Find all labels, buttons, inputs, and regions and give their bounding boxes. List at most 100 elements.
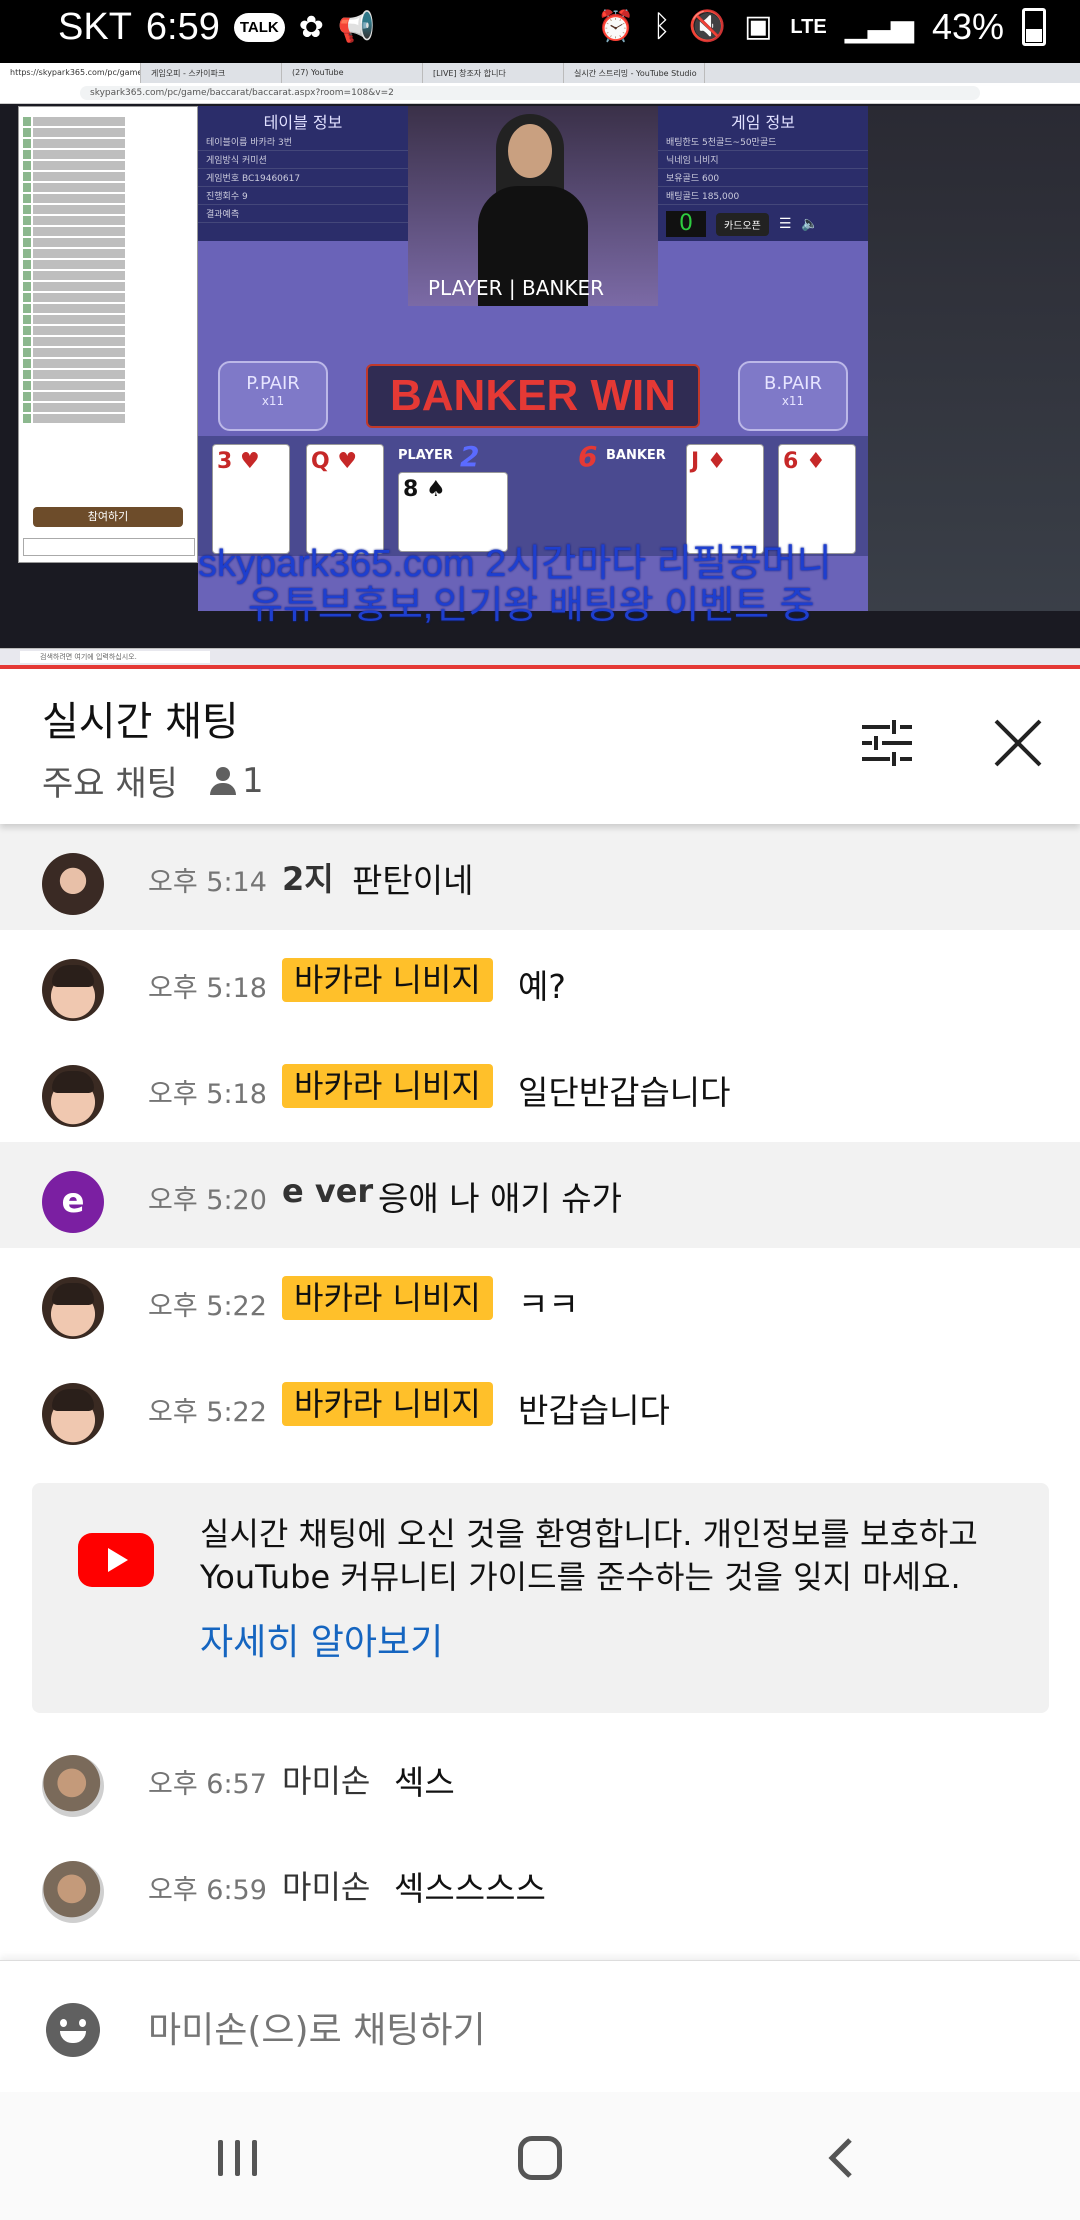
network-type: LTE xyxy=(790,15,827,38)
signal-icon: ▁▃▅ xyxy=(844,10,914,43)
game-chat-input xyxy=(23,538,195,556)
chat-message[interactable]: 오후 6:59 마미손 섹스스스스 xyxy=(0,1832,1080,1938)
kakaotalk-icon: TALK xyxy=(233,13,285,42)
message-text: 응애 나 애기 슈가 xyxy=(378,1179,622,1218)
message-author[interactable]: 마미손 xyxy=(282,1862,370,1908)
message-time: 오후 5:20 xyxy=(148,1185,267,1216)
chat-message[interactable]: 오후 6:57 마미손 섹스 xyxy=(0,1726,1080,1832)
banker-pair-odds: x11 xyxy=(781,394,805,408)
browser-tab: (27) YouTube xyxy=(282,63,423,83)
chat-message[interactable]: 오후 5:22 바카라 니비지 ㅋㅋ xyxy=(0,1248,1080,1354)
chat-mode-label[interactable]: 주요 채팅 xyxy=(42,756,178,805)
chat-header: 실시간 채팅 주요 채팅 1 xyxy=(0,669,1080,824)
chat-message[interactable]: 오후 5:14 2지 판탄이네 xyxy=(0,824,1080,930)
megaphone-icon: 📢 xyxy=(337,10,376,44)
message-time: 오후 6:59 xyxy=(148,1875,267,1906)
browser-tab-strip: https://skypark365.com/pc/game/ 게임오피 - 스… xyxy=(0,63,1080,83)
player-card: 8 ♠ xyxy=(398,472,508,552)
avatar[interactable] xyxy=(42,1383,104,1445)
game-info-panel: 게임 정보 배팅한도 5천골드~50만골드 닉네임 니비지 보유골드 600 배… xyxy=(658,106,868,241)
chat-input[interactable]: 마미손(으)로 채팅하기 xyxy=(148,2001,486,2053)
result-banner: BANKER WIN xyxy=(366,364,700,428)
chat-title: 실시간 채팅 xyxy=(42,699,239,745)
game-info-row: 닉네임 니비지 xyxy=(658,151,868,169)
chat-message-list[interactable]: 오후 5:14 2지 판탄이네 오후 5:18 바카라 니비지 예? 오후 5:… xyxy=(0,824,1080,1960)
avatar[interactable] xyxy=(42,1065,104,1127)
viewer-count: 1 xyxy=(241,760,264,801)
youtube-logo-icon xyxy=(78,1533,154,1587)
avatar[interactable] xyxy=(42,853,104,915)
welcome-notice: 실시간 채팅에 오신 것을 환영합니다. 개인정보를 보호하고 YouTube … xyxy=(32,1483,1049,1713)
mute-icon: 🔇 xyxy=(688,10,727,43)
player-pair-spot: P.PAIR x11 xyxy=(218,361,328,431)
table-info-title: 테이블 정보 xyxy=(263,113,343,132)
chat-mode-selector[interactable]: 주요 채팅 1 xyxy=(42,756,264,805)
player-card: Q ♥ xyxy=(306,444,384,554)
alarm-icon: ⏰ xyxy=(597,10,635,43)
game-chat-panel: 참여하기 xyxy=(18,106,198,563)
game-info-row: 보유골드 600 xyxy=(658,169,868,187)
game-chat-join-button: 참여하기 xyxy=(33,507,183,527)
home-icon[interactable] xyxy=(518,2136,562,2180)
game-info-title: 게임 정보 xyxy=(731,113,795,132)
game-info-row: 배팅한도 5천골드~50만골드 xyxy=(658,133,868,151)
message-text: 판탄이네 xyxy=(352,861,474,900)
back-icon[interactable] xyxy=(826,2136,856,2180)
message-text: 섹스 xyxy=(394,1763,455,1802)
browser-tab: 게임오피 - 스카이파크 xyxy=(141,63,282,83)
message-text: ㅋㅋ xyxy=(518,1285,579,1324)
battery-icon xyxy=(1022,8,1046,46)
avatar[interactable] xyxy=(42,1755,104,1817)
close-icon[interactable] xyxy=(988,713,1048,773)
promo-line-2: 유튜브홍보,인기왕 배팅왕 이벤트 중 xyxy=(248,585,815,627)
settings-sliders-icon[interactable] xyxy=(860,719,914,767)
table-info-row: 테이블이름 바카라 3번 xyxy=(198,133,408,151)
player-pair-label: P.PAIR xyxy=(246,373,300,394)
message-text: 섹스스스스 xyxy=(394,1869,546,1908)
cards-row: 3 ♥ Q ♥ 8 ♠ PLAYER 2 6 BANKER J ♦ 6 ♦ xyxy=(198,436,868,556)
sim-icon: ▣ xyxy=(744,10,773,43)
chat-message[interactable]: 오후 5:18 바카라 니비지 일단반갑습니다 xyxy=(0,1036,1080,1142)
chat-message[interactable]: 오후 5:22 바카라 니비지 반갑습니다 xyxy=(0,1354,1080,1460)
message-time: 오후 6:57 xyxy=(148,1769,267,1800)
avatar[interactable]: e xyxy=(42,1171,104,1233)
message-author[interactable]: 2지 xyxy=(282,854,334,900)
promo-line-1: skypark365.com 2시간마다 리필꽁머니 xyxy=(198,543,832,585)
avatar[interactable] xyxy=(42,959,104,1021)
promo-watermark: skypark365.com 2시간마다 리필꽁머니 유튜브홍보,인기왕 배팅왕… xyxy=(198,543,1078,627)
learn-more-link[interactable]: 자세히 알아보기 xyxy=(200,1613,443,1665)
message-time: 오후 5:22 xyxy=(148,1291,267,1322)
chat-input-bar: 마미손(으)로 채팅하기 xyxy=(0,1960,1080,2093)
bet-counter: 0 xyxy=(666,211,706,237)
android-nav-bar xyxy=(0,2092,1080,2220)
avatar[interactable] xyxy=(42,1277,104,1339)
table-info-row: 결과예측 xyxy=(198,205,408,223)
chat-message[interactable]: 오후 5:18 바카라 니비지 예? xyxy=(0,930,1080,1036)
chat-message[interactable]: e 오후 5:20 e ver 응애 나 애기 슈가 xyxy=(0,1142,1080,1248)
person-icon xyxy=(208,765,238,797)
carrier-label: SKT xyxy=(58,6,132,48)
background-skyline xyxy=(868,106,1080,611)
windows-taskbar: 검색하려면 여기에 입력하십시오. xyxy=(0,648,1080,665)
player-pair-odds: x11 xyxy=(261,394,285,408)
browser-tab: 실시간 스트리밍 - YouTube Studio xyxy=(564,63,705,83)
banker-card: 6 ♦ xyxy=(778,444,856,554)
video-player[interactable]: https://skypark365.com/pc/game/ 게임오피 - 스… xyxy=(0,63,1080,665)
recent-apps-icon[interactable] xyxy=(218,2140,258,2176)
table-info-row: 게임방식 커미션 xyxy=(198,151,408,169)
player-label: PLAYER xyxy=(398,448,453,463)
clock: 6:59 xyxy=(145,6,220,48)
member-author-badge[interactable]: 바카라 니비지 xyxy=(282,1382,493,1426)
message-author[interactable]: e ver xyxy=(282,1172,373,1210)
baccarat-table: 테이블 정보 테이블이름 바카라 3번 게임방식 커미션 게임번호 BC1946… xyxy=(198,106,868,611)
emoji-icon[interactable] xyxy=(46,2003,100,2057)
message-author[interactable]: 마미손 xyxy=(282,1756,370,1802)
member-author-badge[interactable]: 바카라 니비지 xyxy=(282,958,493,1002)
url-text: skypark365.com/pc/game/baccarat/baccarat… xyxy=(80,86,980,100)
member-author-badge[interactable]: 바카라 니비지 xyxy=(282,1276,493,1320)
message-time: 오후 5:18 xyxy=(148,973,267,1004)
browser-url-bar: skypark365.com/pc/game/baccarat/baccarat… xyxy=(0,83,1080,104)
member-author-badge[interactable]: 바카라 니비지 xyxy=(282,1064,493,1108)
player-score: 2 xyxy=(460,440,480,473)
avatar[interactable] xyxy=(42,1861,104,1923)
